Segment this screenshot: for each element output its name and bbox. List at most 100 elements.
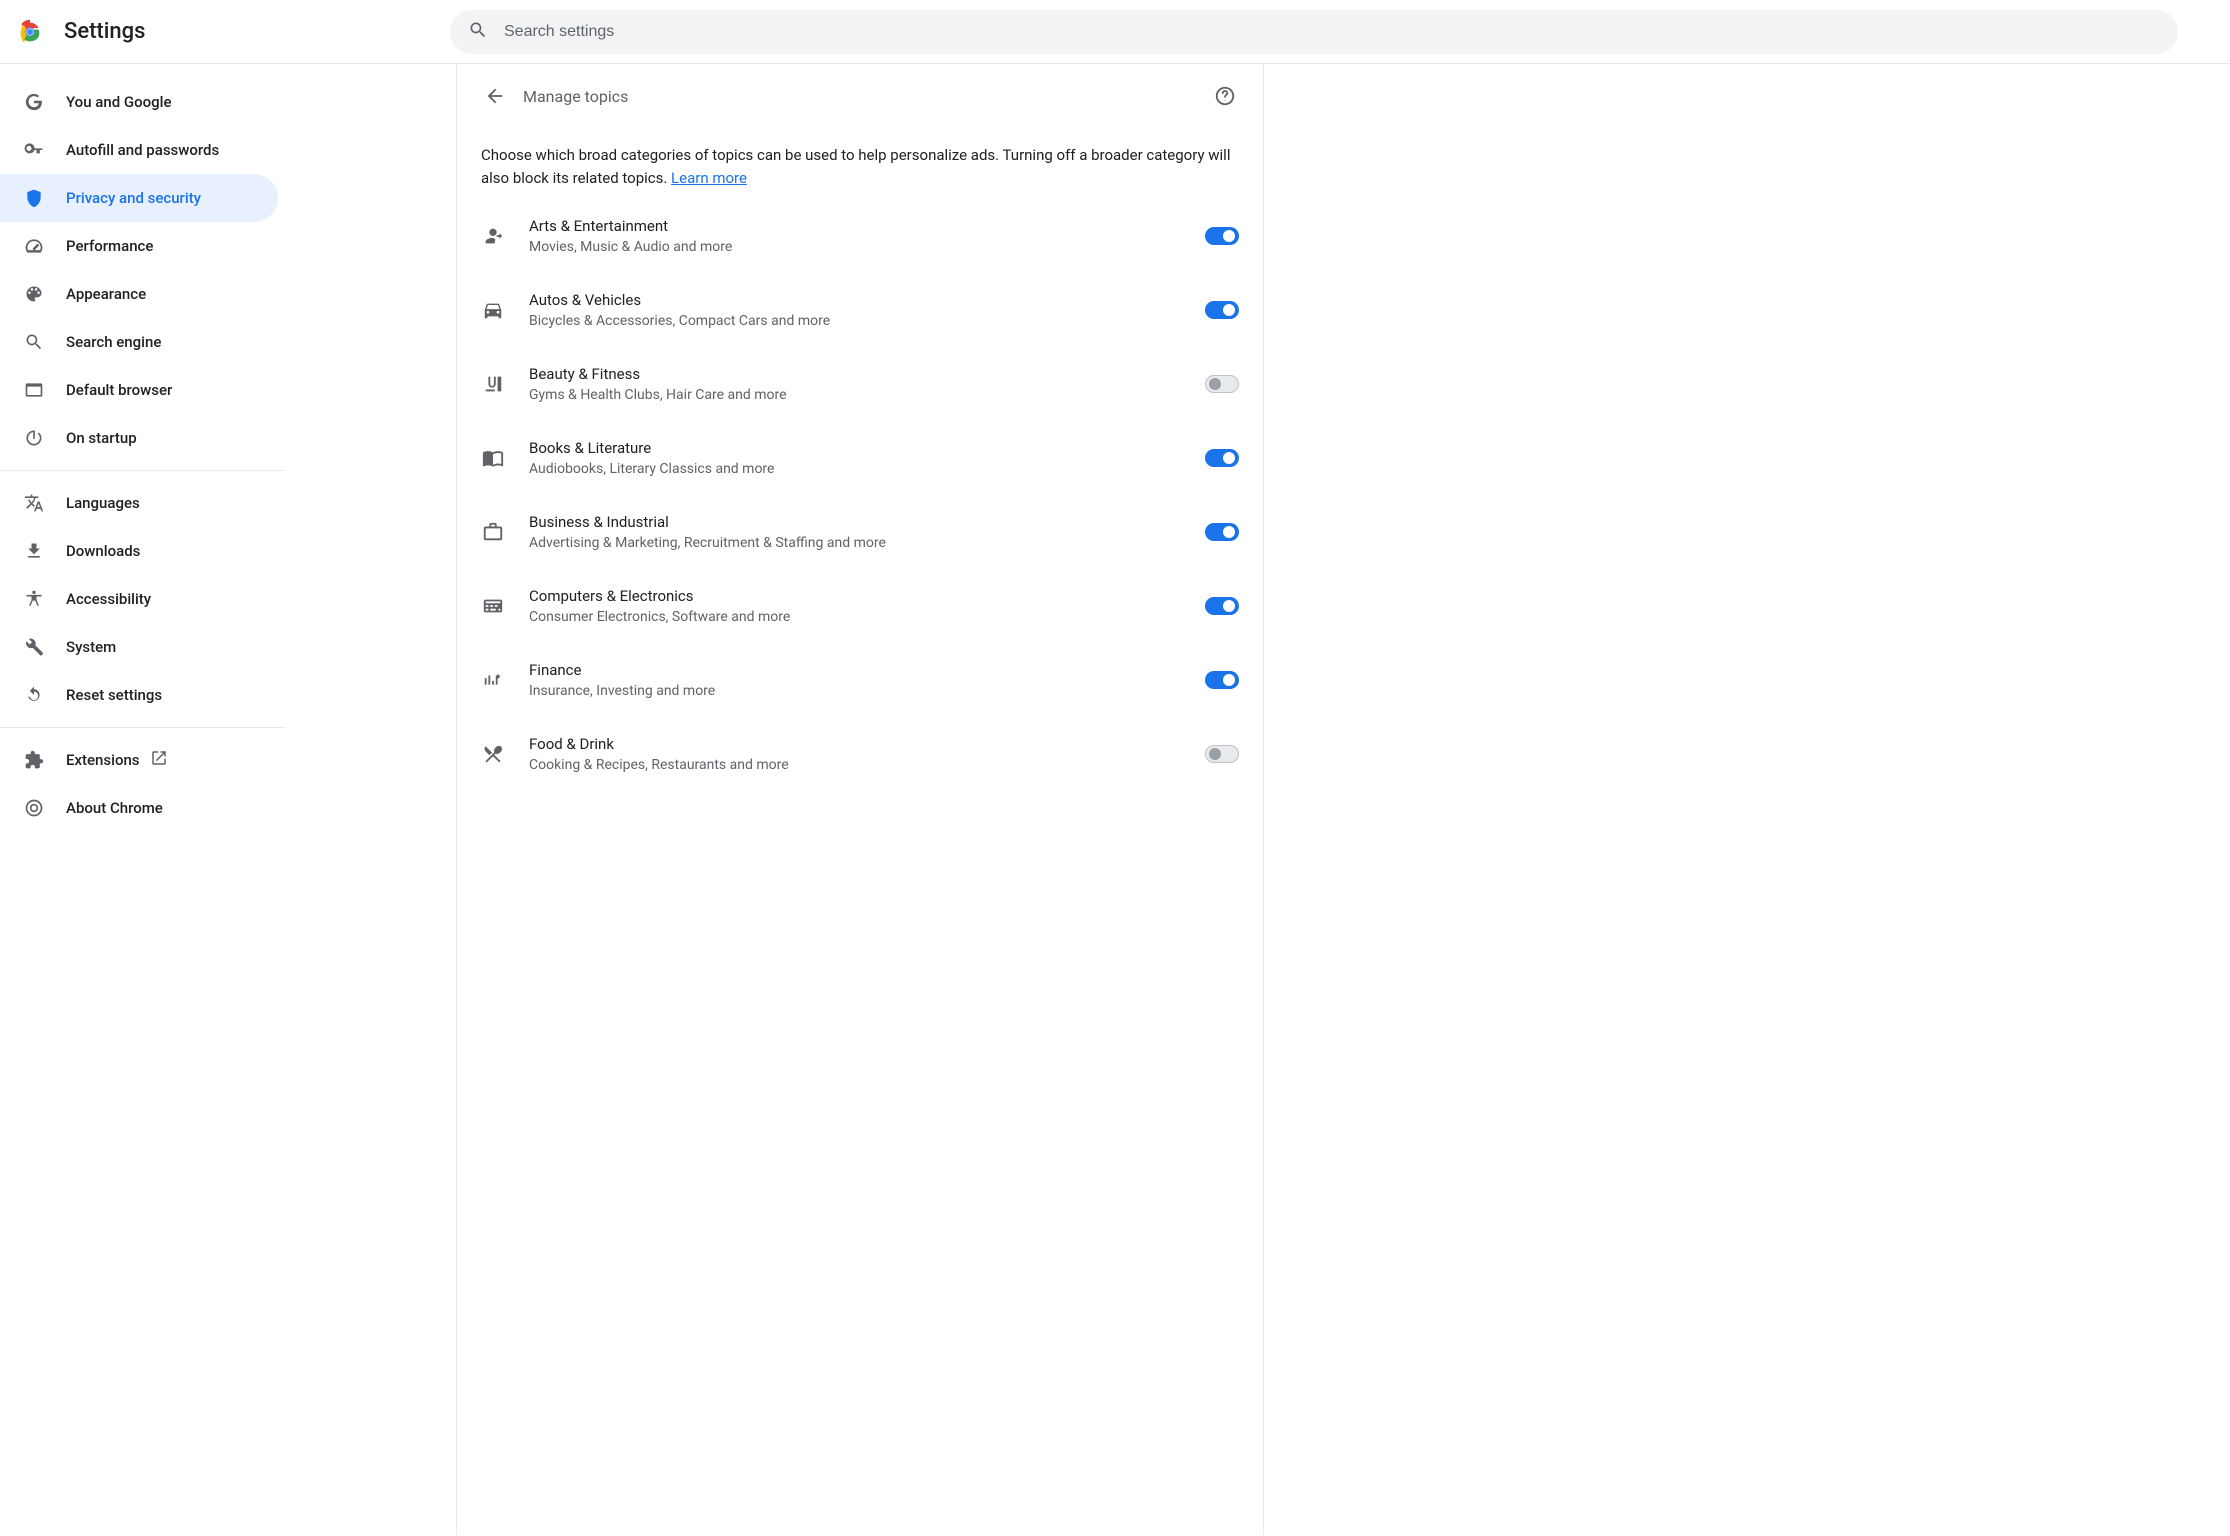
shield-icon — [24, 188, 44, 208]
topic-title: Computers & Electronics — [529, 587, 1205, 605]
sidebar-item-performance[interactable]: Performance — [0, 222, 278, 270]
sidebar-item-label: Languages — [66, 494, 140, 512]
topic-row: Arts & Entertainment Movies, Music & Aud… — [457, 199, 1263, 273]
topic-row: Business & Industrial Advertising & Mark… — [457, 495, 1263, 569]
topic-icon — [481, 742, 505, 766]
sidebar-item-default-browser[interactable]: Default browser — [0, 366, 278, 414]
sidebar-item-label: Search engine — [66, 333, 161, 351]
topic-subtitle: Insurance, Investing and more — [529, 683, 1205, 699]
topic-subtitle: Movies, Music & Audio and more — [529, 239, 1205, 255]
topic-row: Computers & Electronics Consumer Electro… — [457, 569, 1263, 643]
topic-row: Beauty & Fitness Gyms & Health Clubs, Ha… — [457, 347, 1263, 421]
sidebar-nav: You and Google Autofill and passwords Pr… — [0, 64, 286, 1535]
sidebar-item-on-startup[interactable]: On startup — [0, 414, 278, 462]
topic-toggle[interactable] — [1205, 597, 1239, 615]
topic-icon — [481, 520, 505, 544]
topic-toggle[interactable] — [1205, 745, 1239, 763]
topic-toggle[interactable] — [1205, 227, 1239, 245]
topic-subtitle: Bicycles & Accessories, Compact Cars and… — [529, 313, 1205, 329]
sidebar-item-label: Downloads — [66, 542, 140, 560]
sidebar-item-label: Accessibility — [66, 590, 151, 608]
topic-icon — [481, 372, 505, 396]
search-bar[interactable] — [450, 10, 2178, 54]
help-button[interactable] — [1207, 78, 1243, 114]
translate-icon — [24, 493, 44, 513]
topic-row: Finance Insurance, Investing and more — [457, 643, 1263, 717]
topic-icon — [481, 446, 505, 470]
topic-title: Arts & Entertainment — [529, 217, 1205, 235]
reset-icon — [24, 685, 44, 705]
sidebar-item-about[interactable]: About Chrome — [0, 784, 278, 832]
sidebar-item-label: You and Google — [66, 93, 171, 111]
wrench-icon — [24, 637, 44, 657]
topic-subtitle: Consumer Electronics, Software and more — [529, 609, 1205, 625]
topic-subtitle: Gyms & Health Clubs, Hair Care and more — [529, 387, 1205, 403]
sidebar-item-system[interactable]: System — [0, 623, 278, 671]
topic-row: Autos & Vehicles Bicycles & Accessories,… — [457, 273, 1263, 347]
topic-subtitle: Advertising & Marketing, Recruitment & S… — [529, 535, 1205, 551]
sidebar-item-label: Extensions — [66, 751, 140, 769]
sidebar-item-label: Performance — [66, 237, 153, 255]
topic-subtitle: Audiobooks, Literary Classics and more — [529, 461, 1205, 477]
description-text: Choose which broad categories of topics … — [481, 146, 1230, 187]
search-input[interactable] — [502, 22, 2160, 42]
sidebar-item-languages[interactable]: Languages — [0, 479, 278, 527]
topic-title: Beauty & Fitness — [529, 365, 1205, 383]
topic-subtitle: Cooking & Recipes, Restaurants and more — [529, 757, 1205, 773]
sidebar-item-label: On startup — [66, 429, 137, 447]
sidebar-item-you-and-google[interactable]: You and Google — [0, 78, 278, 126]
sidebar-item-label: Privacy and security — [66, 189, 201, 207]
back-button[interactable] — [477, 78, 513, 114]
topic-title: Food & Drink — [529, 735, 1205, 753]
open-in-new-icon — [150, 749, 168, 771]
sidebar-item-accessibility[interactable]: Accessibility — [0, 575, 278, 623]
app-header: Settings — [0, 0, 2230, 64]
sidebar-item-label: System — [66, 638, 116, 656]
sidebar-item-search-engine[interactable]: Search engine — [0, 318, 278, 366]
topic-title: Autos & Vehicles — [529, 291, 1205, 309]
palette-icon — [24, 284, 44, 304]
speedometer-icon — [24, 236, 44, 256]
key-icon — [24, 140, 44, 160]
topic-icon — [481, 668, 505, 692]
browser-icon — [24, 380, 44, 400]
search-icon — [468, 20, 502, 44]
topic-row: Food & Drink Cooking & Recipes, Restaura… — [457, 717, 1263, 791]
topic-title: Finance — [529, 661, 1205, 679]
topic-toggle[interactable] — [1205, 449, 1239, 467]
sidebar-item-downloads[interactable]: Downloads — [0, 527, 278, 575]
learn-more-link[interactable]: Learn more — [671, 169, 747, 187]
power-icon — [24, 428, 44, 448]
search-icon — [24, 332, 44, 352]
topic-toggle[interactable] — [1205, 671, 1239, 689]
app-title: Settings — [64, 19, 145, 44]
sidebar-item-label: Autofill and passwords — [66, 141, 219, 159]
sidebar-item-extensions[interactable]: Extensions — [0, 736, 278, 784]
sidebar-item-reset[interactable]: Reset settings — [0, 671, 278, 719]
sidebar-item-label: Default browser — [66, 381, 172, 399]
accessibility-icon — [24, 589, 44, 609]
topic-title: Business & Industrial — [529, 513, 1205, 531]
page-title: Manage topics — [523, 87, 1207, 106]
page-description: Choose which broad categories of topics … — [457, 128, 1263, 199]
settings-content: Manage topics Choose which broad categor… — [456, 64, 1264, 1535]
divider — [0, 470, 286, 471]
sidebar-item-label: Appearance — [66, 285, 146, 303]
google-g-icon — [24, 92, 44, 112]
divider — [0, 727, 286, 728]
topic-title: Books & Literature — [529, 439, 1205, 457]
sidebar-item-label: About Chrome — [66, 799, 163, 817]
chrome-logo-icon — [16, 18, 44, 46]
topic-toggle[interactable] — [1205, 375, 1239, 393]
sidebar-item-appearance[interactable]: Appearance — [0, 270, 278, 318]
topic-icon — [481, 594, 505, 618]
topic-toggle[interactable] — [1205, 523, 1239, 541]
sidebar-item-privacy[interactable]: Privacy and security — [0, 174, 278, 222]
sidebar-item-label: Reset settings — [66, 686, 162, 704]
extension-icon — [24, 750, 44, 770]
sidebar-item-autofill[interactable]: Autofill and passwords — [0, 126, 278, 174]
topic-icon — [481, 224, 505, 248]
topic-toggle[interactable] — [1205, 301, 1239, 319]
chrome-outline-icon — [24, 798, 44, 818]
topic-row: Books & Literature Audiobooks, Literary … — [457, 421, 1263, 495]
